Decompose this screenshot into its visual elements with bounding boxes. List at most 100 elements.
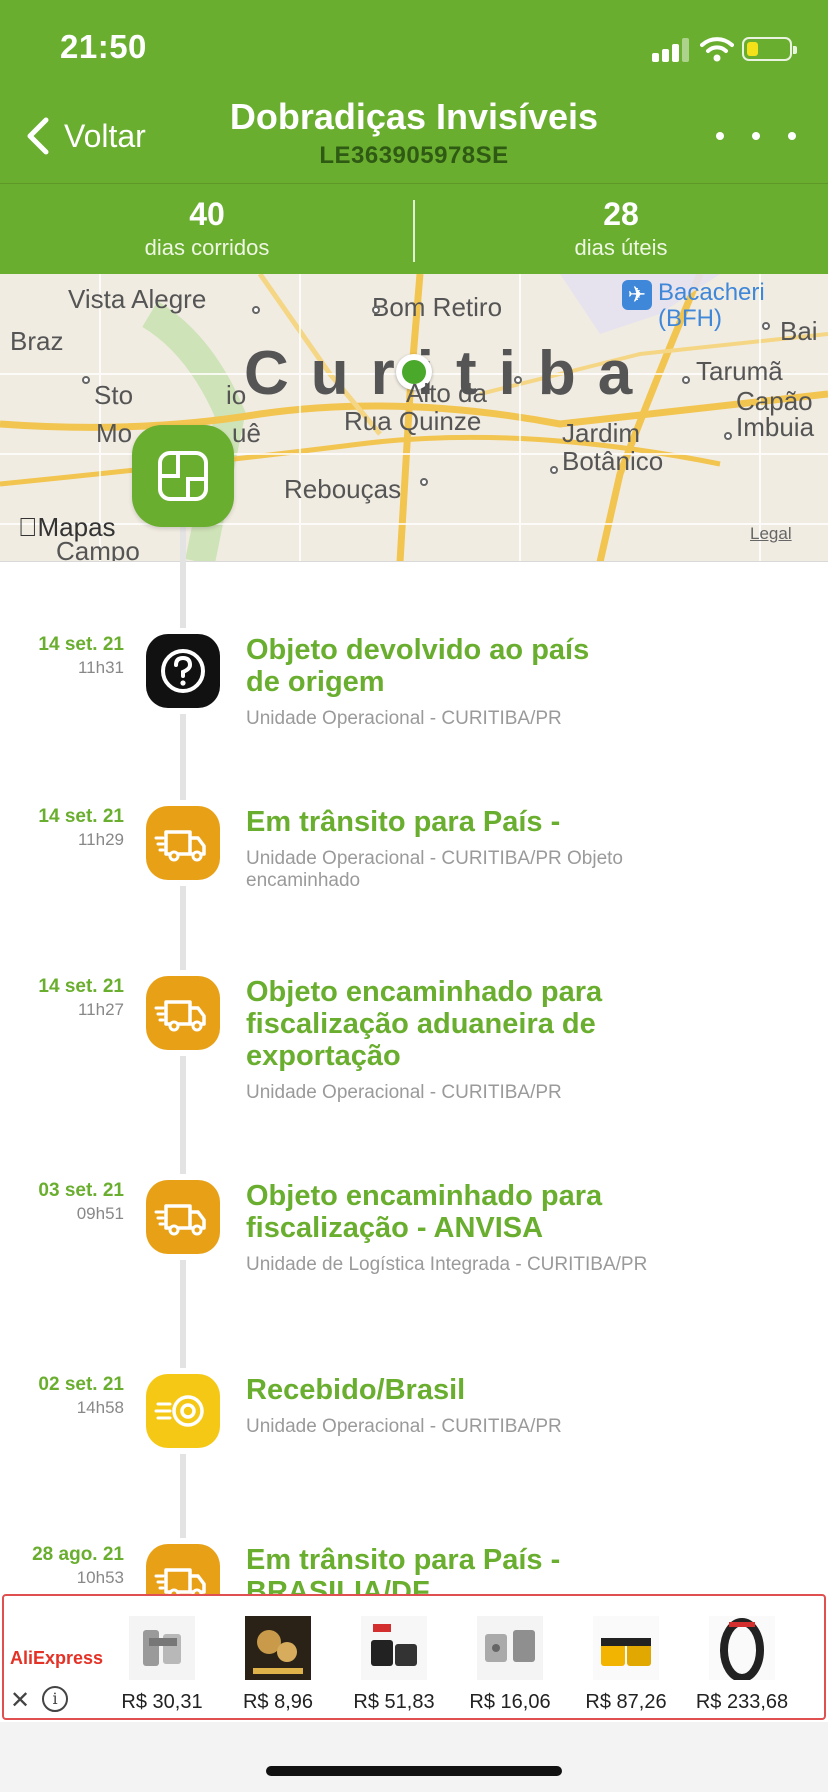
ad-product[interactable]: R$ 30,31 — [104, 1616, 220, 1714]
event-title-line: Em trânsito para País - — [246, 806, 561, 838]
event-title-line: Em trânsito para País - — [246, 1544, 561, 1576]
event-time: 14h58 — [76, 1398, 124, 1417]
question-icon — [146, 634, 220, 708]
map-dot — [724, 432, 732, 440]
header-bar: 21:50 Voltar Dobradiças Invisíveis LE363… — [0, 0, 828, 274]
map-label: Botânico — [562, 446, 664, 476]
map-dot — [372, 306, 380, 314]
truck-icon — [146, 1180, 220, 1254]
event-title-line: Recebido/Brasil — [246, 1374, 466, 1406]
event-title-line: fiscalização aduaneira de — [246, 1008, 596, 1040]
event-location-line: Unidade Operacional - CURITIBA/PR Objeto — [246, 848, 623, 869]
ad-product[interactable]: R$ 87,26 — [568, 1616, 684, 1714]
event-location-line: encaminhado — [246, 870, 361, 891]
more-options-button[interactable] — [716, 132, 796, 146]
airplane-icon: ✈ — [622, 280, 652, 310]
home-indicator[interactable] — [266, 1766, 562, 1776]
event-title-line: fiscalização - ANVISA — [246, 1212, 544, 1244]
map-label: Bai — [780, 316, 818, 346]
event-title: Objeto encaminhado para fiscalização - A… — [246, 1180, 766, 1244]
event-date: 14 set. 21 — [38, 634, 124, 655]
close-icon[interactable]: ✕ — [10, 1686, 30, 1715]
product-image — [129, 1616, 195, 1680]
product-image — [709, 1616, 775, 1682]
product-price: R$ 8,96 — [242, 1691, 314, 1713]
ad-product[interactable]: R$ 233,68 — [684, 1616, 800, 1714]
event-location-line: Unidade de Logística Integrada - CURITIB… — [246, 1254, 648, 1275]
signal-icon — [652, 38, 696, 62]
event-location: Unidade de Logística Integrada - CURITIB… — [246, 1254, 746, 1276]
event-title-line: Objeto encaminhado para — [246, 1180, 603, 1212]
map-label: Vista Alegre — [68, 284, 207, 314]
map-label: Tarumã — [696, 356, 783, 386]
map-label: Jardim — [562, 418, 641, 448]
truck-icon — [146, 806, 220, 880]
event-location-line: Unidade Operacional - CURITIBA/PR — [246, 1082, 562, 1103]
ad-product[interactable]: R$ 51,83 — [336, 1616, 452, 1714]
ad-banner[interactable]: AliExpress ✕ i R$ 30,31 R$ 8,96 R$ 51,83 — [2, 1594, 826, 1720]
event-date: 03 set. 21 — [38, 1180, 124, 1201]
event-title: Objeto devolvido ao país de origem — [246, 634, 766, 698]
maps-brand: Mapas — [18, 512, 116, 543]
ad-product[interactable]: R$ 8,96 — [220, 1616, 336, 1714]
legal-link[interactable]: Legal — [750, 524, 792, 544]
apple-logo-icon:  — [18, 512, 38, 542]
calendar-days-label: dias corridos — [144, 235, 270, 260]
status-time: 21:50 — [60, 28, 147, 65]
ad-product[interactable]: R$ 16,06 — [452, 1616, 568, 1714]
airport-code: (BFH) — [658, 305, 722, 332]
product-image — [477, 1616, 543, 1680]
info-icon[interactable]: i — [42, 1686, 68, 1712]
nav-bar: Voltar Dobradiças Invisíveis LE363905978… — [0, 90, 828, 185]
event-title: Objeto encaminhado para fiscalização adu… — [246, 976, 766, 1072]
dot-icon — [788, 132, 796, 140]
calendar-days-value: 40 — [189, 196, 225, 232]
event-location: Unidade Operacional - CURITIBA/PR Objeto… — [246, 848, 746, 892]
airport-marker[interactable]: ✈ Bacacheri (BFH) — [622, 280, 765, 332]
status-bar: 21:50 — [0, 0, 828, 100]
dot-icon — [752, 132, 760, 140]
event-location-line: Unidade Operacional - CURITIBA/PR — [246, 708, 562, 729]
event-time: 11h31 — [77, 658, 124, 677]
event-location: Unidade Operacional - CURITIBA/PR — [246, 1082, 746, 1104]
map-dot — [252, 306, 260, 314]
map-label: Imbuia — [736, 412, 815, 442]
calendar-days-stat: 40 dias corridos — [57, 196, 357, 261]
product-price: R$ 87,26 — [585, 1691, 667, 1713]
map-label: Rebouças — [284, 474, 402, 504]
product-price: R$ 16,06 — [469, 1691, 551, 1713]
map-label: Braz — [10, 326, 64, 356]
page-title: Dobradiças Invisíveis — [229, 96, 599, 137]
dot-icon — [716, 132, 724, 140]
ad-product[interactable]: R — [800, 1616, 826, 1709]
product-image — [593, 1616, 659, 1680]
wifi-icon — [700, 36, 734, 62]
map-label: Mo — [96, 418, 133, 448]
ad-brand: AliExpress — [10, 1648, 104, 1668]
event-location: Unidade Operacional - CURITIBA/PR — [246, 1416, 746, 1438]
event-location: Unidade Operacional - CURITIBA/PR — [246, 708, 746, 730]
event-title-line: exportação — [246, 1040, 401, 1072]
event-time: 09h51 — [76, 1204, 124, 1223]
stats-divider — [413, 200, 415, 262]
map-dot — [514, 376, 522, 384]
event-title: Em trânsito para País - — [246, 806, 766, 838]
map-dot — [682, 376, 690, 384]
event-time: 11h29 — [77, 830, 124, 849]
event-time: 11h27 — [77, 1000, 124, 1019]
airport-name: Bacacheri — [658, 279, 765, 306]
business-days-value: 28 — [603, 196, 639, 232]
event-title-line: Objeto devolvido ao país — [246, 634, 590, 666]
map-label: Bom Retiro — [372, 292, 503, 322]
map-dot — [550, 466, 558, 474]
received-icon — [146, 1374, 220, 1448]
business-days-label: dias úteis — [574, 235, 668, 260]
map-label: Alto da — [406, 378, 487, 408]
truck-icon — [146, 976, 220, 1050]
event-date: 14 set. 21 — [38, 806, 124, 827]
map-dot — [420, 478, 428, 486]
business-days-stat: 28 dias úteis — [471, 196, 771, 261]
map-view[interactable]: Vista Alegre Bom Retiro Braz Bai Curitib… — [0, 274, 828, 562]
product-image — [825, 1616, 826, 1680]
event-time: 10h53 — [76, 1568, 124, 1587]
